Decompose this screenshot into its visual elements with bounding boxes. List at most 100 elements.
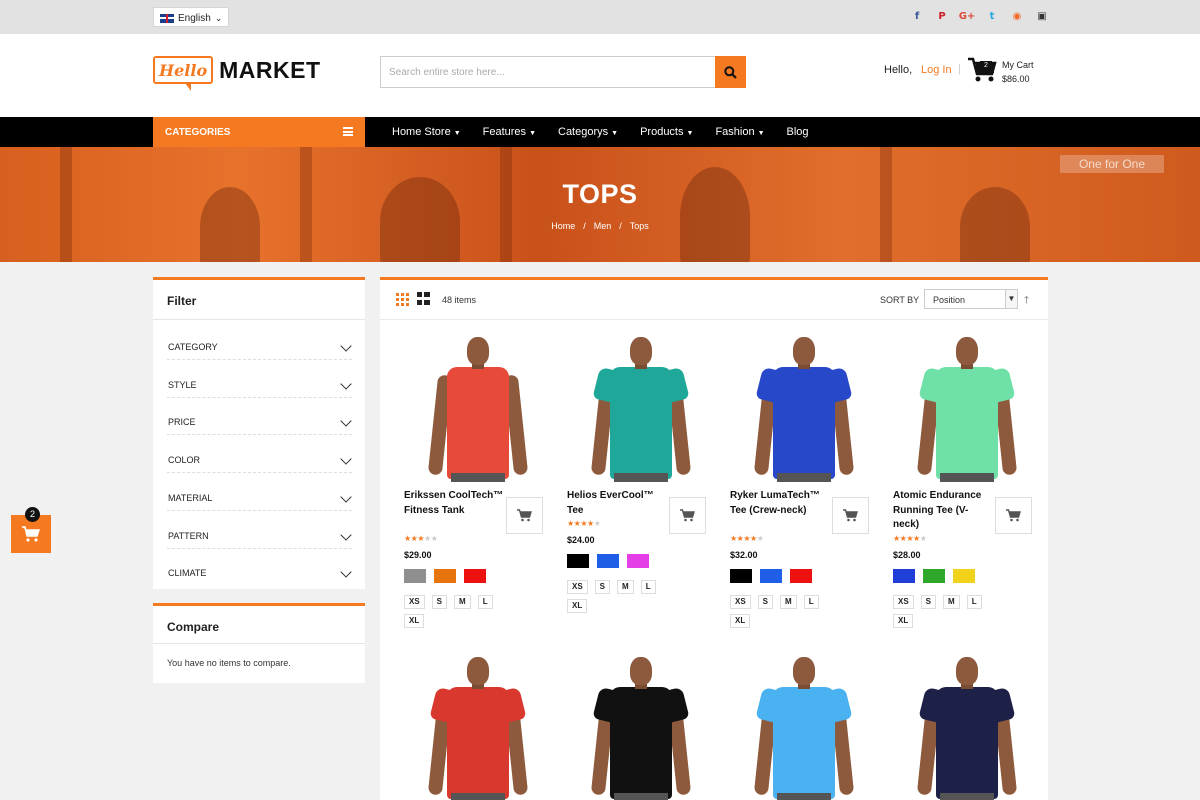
nav-item-label: Products bbox=[640, 126, 684, 138]
cart-summary[interactable]: My Cart $86.00 bbox=[1002, 58, 1034, 86]
rating-stars: ★★★★★ bbox=[730, 533, 764, 543]
add-to-cart-button[interactable] bbox=[832, 497, 869, 534]
add-to-cart-button[interactable] bbox=[669, 497, 706, 534]
breadcrumb-separator: / bbox=[619, 221, 622, 231]
color-swatch[interactable] bbox=[404, 568, 426, 583]
chevron-down-icon bbox=[340, 528, 352, 541]
add-to-cart-button[interactable] bbox=[506, 497, 543, 534]
size-option[interactable]: L bbox=[803, 594, 819, 609]
size-options: XS S M L XL bbox=[730, 594, 820, 628]
chevron-down-icon bbox=[340, 491, 352, 503]
nav-item-categorys[interactable]: Categorys ▼ bbox=[558, 126, 618, 138]
color-swatch[interactable] bbox=[730, 568, 752, 583]
size-option[interactable]: XS bbox=[730, 594, 751, 609]
filter-color[interactable]: COLOR bbox=[167, 435, 352, 474]
size-option[interactable]: M bbox=[617, 580, 634, 594]
filter-pattern[interactable]: PATTERN bbox=[167, 511, 352, 549]
product-name[interactable]: Ryker LumaTech™ Tee (Crew-neck) bbox=[730, 489, 830, 518]
search-button[interactable] bbox=[715, 56, 746, 88]
cart-count-badge: 2 bbox=[980, 61, 992, 71]
add-to-cart-button[interactable] bbox=[995, 497, 1032, 534]
product-image[interactable] bbox=[916, 337, 1018, 482]
nav-item-blog[interactable]: Blog bbox=[787, 126, 809, 138]
product-image[interactable] bbox=[590, 657, 692, 800]
color-swatch[interactable] bbox=[790, 568, 812, 583]
size-option[interactable]: S bbox=[594, 580, 611, 594]
nav-item-label: Categorys bbox=[558, 126, 609, 138]
rating-stars: ★★★★★ bbox=[893, 533, 927, 543]
size-option[interactable]: XL bbox=[567, 599, 588, 613]
color-swatch[interactable] bbox=[923, 568, 945, 583]
filter-title: Filter bbox=[153, 280, 365, 320]
size-option[interactable]: XL bbox=[893, 613, 914, 628]
language-selector[interactable]: English ⌄ bbox=[153, 7, 230, 27]
product-name[interactable]: Atomic Endurance Running Tee (V-neck) bbox=[893, 489, 993, 533]
sort-select[interactable]: Position ▼ bbox=[924, 289, 1018, 309]
size-option[interactable]: M bbox=[454, 594, 471, 609]
product-name[interactable]: Helios EverCool™ Tee bbox=[567, 489, 667, 518]
nav-item-home-store[interactable]: Home Store ▼ bbox=[392, 126, 461, 138]
color-swatch[interactable] bbox=[597, 554, 619, 568]
nav-item-features[interactable]: Features ▼ bbox=[483, 126, 536, 138]
filter-material[interactable]: MATERIAL bbox=[167, 473, 352, 511]
rss-icon[interactable]: ◉ bbox=[1010, 9, 1024, 23]
twitter-icon[interactable]: t bbox=[985, 9, 999, 23]
product-image[interactable] bbox=[427, 657, 529, 800]
product-image[interactable] bbox=[753, 657, 855, 800]
grid-view-icon[interactable] bbox=[396, 293, 409, 306]
nav-item-products[interactable]: Products ▼ bbox=[640, 126, 693, 138]
product-card: Ryker LumaTech™ Tee (Crew-neck) ★★★★★ $32.… bbox=[730, 337, 880, 637]
list-view-icon[interactable] bbox=[417, 292, 430, 305]
size-option[interactable]: S bbox=[757, 594, 774, 609]
size-option[interactable]: XL bbox=[404, 613, 425, 628]
product-image[interactable] bbox=[590, 337, 692, 482]
size-option[interactable]: XS bbox=[567, 580, 588, 594]
color-swatch[interactable] bbox=[434, 568, 456, 583]
filter-style[interactable]: STYLE bbox=[167, 360, 352, 398]
product-card bbox=[567, 657, 717, 800]
filter-category[interactable]: CATEGORY bbox=[167, 322, 352, 360]
color-swatch[interactable] bbox=[953, 568, 975, 583]
size-option[interactable]: S bbox=[920, 594, 937, 609]
size-option[interactable]: M bbox=[943, 594, 960, 609]
filter-label: STYLE bbox=[168, 379, 197, 390]
google-plus-icon[interactable]: G+ bbox=[959, 9, 976, 23]
store-sign: One for One bbox=[1060, 155, 1164, 173]
logo[interactable]: Hello MARKET bbox=[153, 56, 321, 91]
breadcrumb-home[interactable]: Home bbox=[551, 221, 575, 231]
product-card: Helios EverCool™ Tee ★★★★★ $24.00 XS S M L XL bbox=[567, 337, 717, 637]
size-option[interactable]: L bbox=[640, 580, 656, 594]
color-swatch[interactable] bbox=[464, 568, 486, 583]
nav-item-fashion[interactable]: Fashion ▼ bbox=[715, 126, 764, 138]
search-input[interactable] bbox=[381, 57, 711, 87]
sort-direction-icon[interactable]: 🡑 bbox=[1024, 293, 1029, 310]
product-image[interactable] bbox=[916, 657, 1018, 800]
color-swatch[interactable] bbox=[627, 554, 649, 568]
filter-price[interactable]: PRICE bbox=[167, 397, 352, 436]
chevron-down-icon: ▼ bbox=[529, 130, 536, 137]
categories-label: CATEGORIES bbox=[165, 127, 231, 138]
filter-climate[interactable]: CLIMATE bbox=[167, 548, 352, 586]
product-name[interactable]: Erikssen CoolTech™ Fitness Tank bbox=[404, 489, 504, 518]
color-swatch[interactable] bbox=[567, 554, 589, 568]
sort-label: SORT BY bbox=[880, 295, 920, 305]
size-option[interactable]: XS bbox=[404, 594, 425, 609]
facebook-icon[interactable]: f bbox=[910, 9, 924, 23]
login-link[interactable]: Log In bbox=[921, 64, 952, 76]
product-image[interactable] bbox=[753, 337, 855, 482]
breadcrumb-men[interactable]: Men bbox=[594, 221, 612, 231]
instagram-icon[interactable]: ▣ bbox=[1035, 9, 1049, 23]
color-swatch[interactable] bbox=[760, 568, 782, 583]
size-option[interactable]: L bbox=[477, 594, 493, 609]
size-option[interactable]: XS bbox=[893, 594, 914, 609]
color-swatch[interactable] bbox=[893, 568, 915, 583]
product-image[interactable] bbox=[427, 337, 529, 482]
social-links: f P G+ t ◉ ▣ bbox=[910, 9, 1049, 23]
size-option[interactable]: L bbox=[966, 594, 982, 609]
size-option[interactable]: XL bbox=[730, 613, 751, 628]
pinterest-icon[interactable]: P bbox=[935, 9, 949, 23]
rating-stars: ★★★★★ bbox=[567, 519, 601, 528]
size-option[interactable]: M bbox=[780, 594, 797, 609]
categories-button[interactable]: CATEGORIES bbox=[153, 117, 365, 147]
size-option[interactable]: S bbox=[431, 594, 448, 609]
